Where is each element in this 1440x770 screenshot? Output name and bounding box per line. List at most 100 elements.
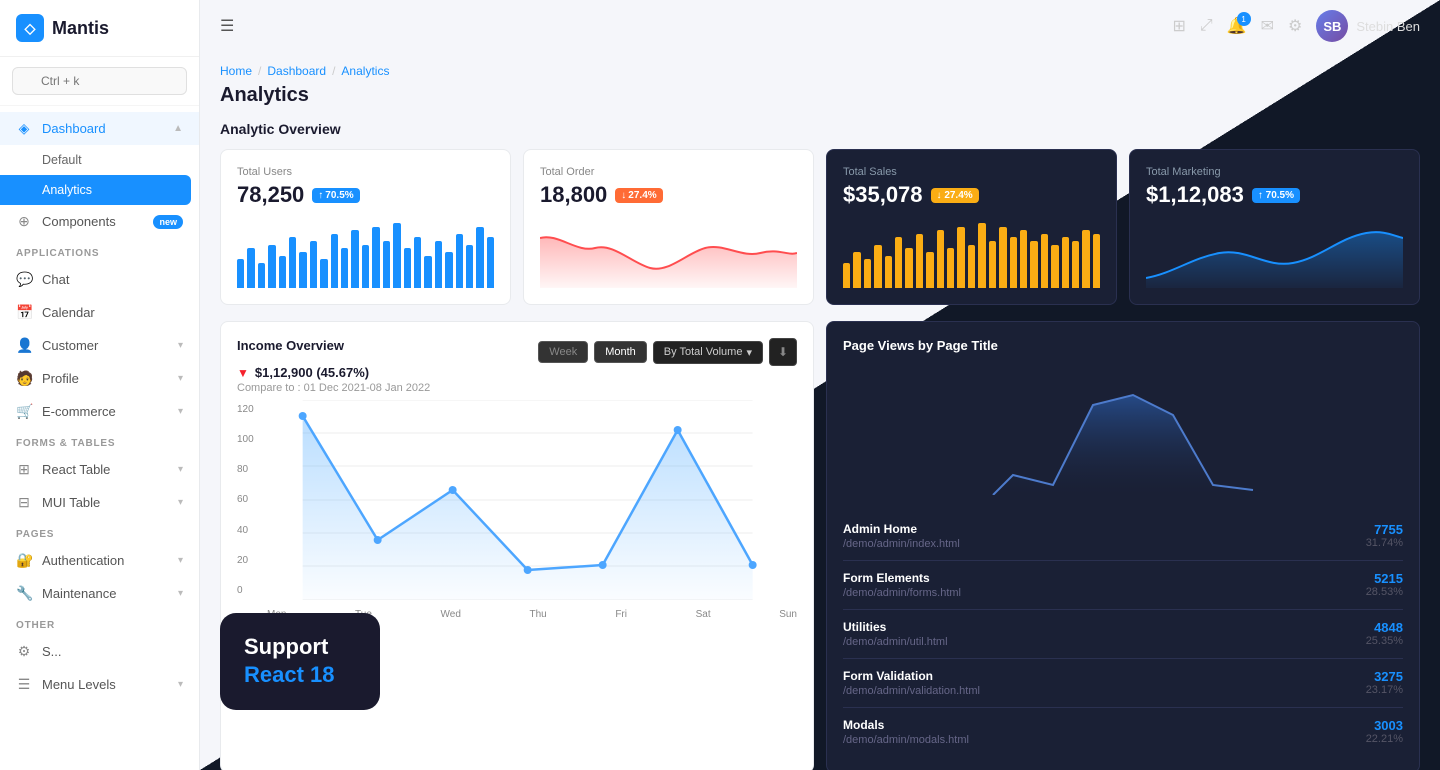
auth-arrow: ▾ bbox=[178, 555, 183, 566]
income-chart: 120 100 80 60 40 20 0 bbox=[237, 394, 797, 620]
page-view-row: Admin Home /demo/admin/index.html 7755 3… bbox=[843, 512, 1403, 561]
income-controls: Week Month By Total Volume ▾ ⬇ bbox=[538, 338, 797, 366]
page-view-url: /demo/admin/validation.html bbox=[843, 685, 980, 697]
bar bbox=[445, 252, 452, 288]
other-section-label: Other bbox=[0, 610, 199, 635]
income-title: Income Overview bbox=[237, 338, 430, 353]
sidebar-item-menu-levels[interactable]: ☰ Menu Levels ▾ bbox=[0, 668, 199, 701]
income-line-svg bbox=[258, 400, 797, 600]
avatar: SB bbox=[1316, 10, 1348, 42]
sidebar-item-profile[interactable]: 🧑 Profile ▾ bbox=[0, 362, 199, 395]
y-axis-20: 20 bbox=[237, 555, 254, 566]
bar bbox=[1062, 237, 1069, 288]
sidebar-item-components[interactable]: ⊕ Components new bbox=[0, 205, 199, 238]
breadcrumb-home[interactable]: Home bbox=[220, 64, 252, 78]
breadcrumb-current: Analytics bbox=[341, 64, 389, 78]
menu-toggle-icon[interactable]: ☰ bbox=[220, 16, 234, 36]
page-view-info: Utilities /demo/admin/util.html bbox=[843, 620, 948, 648]
customer-icon: 👤 bbox=[16, 337, 32, 354]
sidebar-item-react-table[interactable]: ⊞ React Table ▾ bbox=[0, 453, 199, 486]
income-down-arrow: ▼ bbox=[237, 366, 249, 380]
page-view-row: Utilities /demo/admin/util.html 4848 25.… bbox=[843, 610, 1403, 659]
sidebar-search-area: 🔍 bbox=[0, 57, 199, 106]
page-views-card: Page Views by Page Title bbox=[826, 321, 1420, 770]
sidebar-item-s[interactable]: ⚙ S... bbox=[0, 635, 199, 668]
page-view-url: /demo/admin/modals.html bbox=[843, 734, 969, 746]
sidebar-brand[interactable]: ◇ Mantis bbox=[0, 0, 199, 57]
sidebar-item-authentication[interactable]: 🔐 Authentication ▾ bbox=[0, 544, 199, 577]
page-view-url: /demo/admin/index.html bbox=[843, 538, 960, 550]
forms-section-label: Forms & Tables bbox=[0, 428, 199, 453]
sidebar-item-dashboard[interactable]: ◈ Dashboard ▲ bbox=[0, 112, 199, 145]
sidebar-item-default[interactable]: Default bbox=[0, 145, 199, 175]
messages-icon[interactable]: ✉ bbox=[1261, 16, 1274, 36]
react-table-label: React Table bbox=[42, 462, 168, 477]
bar bbox=[1030, 241, 1037, 288]
income-value: $1,12,900 (45.67%) bbox=[255, 365, 369, 380]
page-view-url: /demo/admin/util.html bbox=[843, 636, 948, 648]
week-btn[interactable]: Week bbox=[538, 341, 588, 363]
s-icon: ⚙ bbox=[16, 643, 32, 660]
bar bbox=[414, 237, 421, 288]
sidebar-item-maintenance[interactable]: 🔧 Maintenance ▾ bbox=[0, 577, 199, 610]
profile-icon: 🧑 bbox=[16, 370, 32, 387]
sidebar-item-customer[interactable]: 👤 Customer ▾ bbox=[0, 329, 199, 362]
bar bbox=[864, 259, 871, 288]
stat-card-marketing: Total Marketing $1,12,083 ↑ 70.5% bbox=[1129, 149, 1420, 305]
bar bbox=[989, 241, 996, 288]
bar bbox=[885, 256, 892, 289]
apps-icon[interactable]: ⊞ bbox=[1173, 16, 1186, 36]
page-view-name: Form Elements bbox=[843, 571, 961, 585]
y-axis-40: 40 bbox=[237, 525, 254, 536]
components-label: Components bbox=[42, 214, 143, 229]
x-sun: Sun bbox=[779, 609, 797, 620]
customer-label: Customer bbox=[42, 338, 168, 353]
bar bbox=[978, 223, 985, 288]
bar bbox=[487, 237, 494, 288]
sidebar-item-analytics[interactable]: Analytics bbox=[0, 175, 191, 205]
content: Home / Dashboard / Analytics Analytics A… bbox=[200, 52, 1440, 770]
download-btn[interactable]: ⬇ bbox=[769, 338, 797, 366]
maintenance-arrow: ▾ bbox=[178, 588, 183, 599]
header-user[interactable]: SB Stebin Ben bbox=[1316, 10, 1420, 42]
page-view-row: Modals /demo/admin/modals.html 3003 22.2… bbox=[843, 708, 1403, 756]
stat-value-marketing: $1,12,083 ↑ 70.5% bbox=[1146, 182, 1403, 208]
notification-badge: 1 bbox=[1237, 12, 1251, 26]
bar bbox=[310, 241, 317, 288]
month-btn[interactable]: Month bbox=[594, 341, 647, 363]
stat-card-sales: Total Sales $35,078 ↓ 27.4% bbox=[826, 149, 1117, 305]
stat-card-users: Total Users 78,250 ↑ 70.5% bbox=[220, 149, 511, 305]
fullscreen-icon[interactable]: ⤢ bbox=[1200, 17, 1213, 35]
bar bbox=[456, 234, 463, 288]
page-view-info: Modals /demo/admin/modals.html bbox=[843, 718, 969, 746]
bar bbox=[947, 248, 954, 288]
auth-icon: 🔐 bbox=[16, 552, 32, 569]
settings-icon[interactable]: ⚙ bbox=[1288, 16, 1302, 36]
y-axis-80: 80 bbox=[237, 464, 254, 475]
sidebar-item-ecommerce[interactable]: 🛒 E-commerce ▾ bbox=[0, 395, 199, 428]
stat-card-orders: Total Order 18,800 ↓ 27.4% bbox=[523, 149, 814, 305]
bar bbox=[1082, 230, 1089, 288]
stat-label-orders: Total Order bbox=[540, 166, 797, 178]
sidebar-item-mui-table[interactable]: ⊟ MUI Table ▾ bbox=[0, 486, 199, 519]
default-label: Default bbox=[42, 153, 82, 167]
search-input[interactable] bbox=[12, 67, 187, 95]
users-bar-chart bbox=[237, 218, 494, 288]
page-view-name: Utilities bbox=[843, 620, 948, 634]
notifications-icon[interactable]: 🔔 1 bbox=[1227, 16, 1247, 36]
bar bbox=[843, 263, 850, 288]
stat-label-users: Total Users bbox=[237, 166, 494, 178]
dark-chart-svg: Fri Sat Sun bbox=[843, 365, 1403, 495]
sidebar-item-calendar[interactable]: 📅 Calendar bbox=[0, 296, 199, 329]
ecommerce-arrow: ▾ bbox=[178, 406, 183, 417]
y-axis-100: 100 bbox=[237, 434, 254, 445]
analytic-overview-title: Analytic Overview bbox=[220, 121, 1420, 137]
breadcrumb-dashboard[interactable]: Dashboard bbox=[267, 64, 326, 78]
support-text-line2: React 18 bbox=[244, 661, 356, 690]
stats-row: Total Users 78,250 ↑ 70.5% Total Order 1… bbox=[220, 149, 1420, 305]
stat-label-marketing: Total Marketing bbox=[1146, 166, 1403, 178]
bar bbox=[853, 252, 860, 288]
main-wrap: ☰ ⊞ ⤢ 🔔 1 ✉ ⚙ SB Stebin Ben Home / Dashb… bbox=[200, 0, 1440, 770]
sidebar-item-chat[interactable]: 💬 Chat bbox=[0, 263, 199, 296]
volume-btn[interactable]: By Total Volume ▾ bbox=[653, 341, 763, 364]
